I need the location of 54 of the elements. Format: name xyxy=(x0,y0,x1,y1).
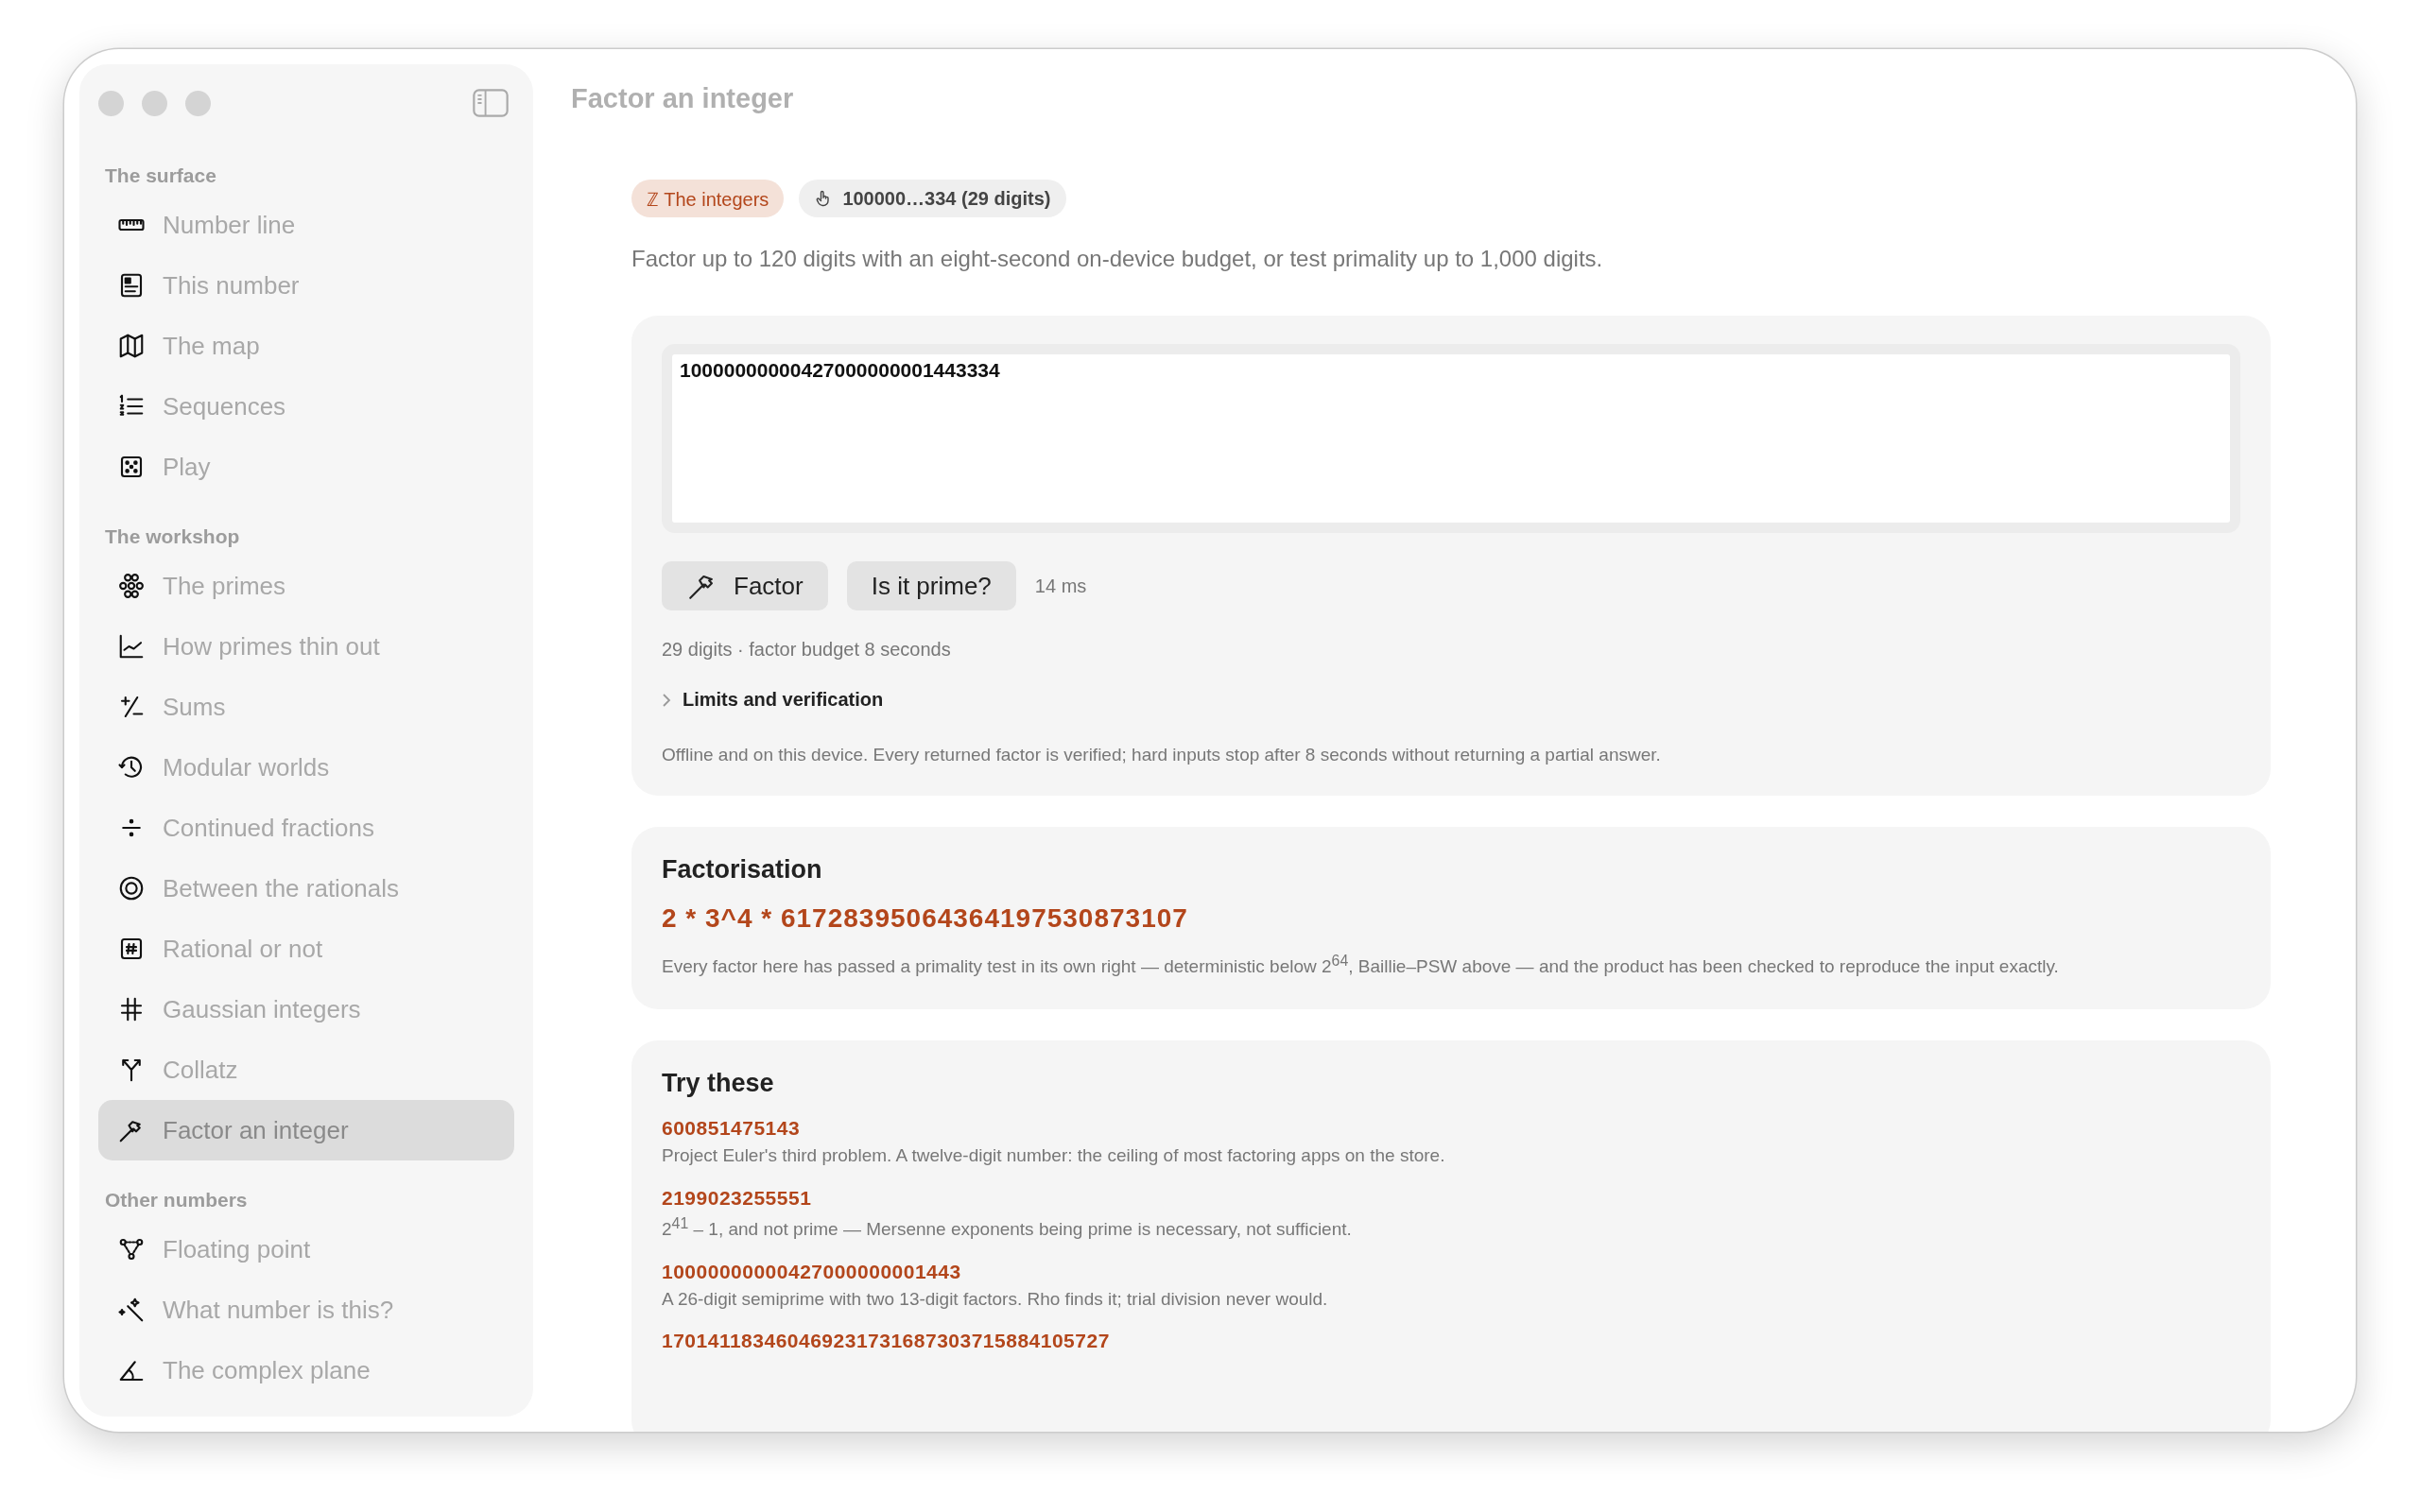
close-button[interactable] xyxy=(98,90,124,116)
example-number-link[interactable]: 600851475143 xyxy=(662,1116,801,1139)
sidebar-item[interactable]: The complex plane xyxy=(98,1340,514,1400)
factor-button[interactable]: Factor xyxy=(662,561,828,610)
sidebar-item[interactable]: Sequences xyxy=(98,376,514,437)
example-number-link[interactable]: 10000000000427000000001443 xyxy=(662,1260,961,1282)
sidebar-item[interactable]: Continued fractions xyxy=(98,798,514,858)
budget-text: 29 digits · factor budget 8 seconds xyxy=(662,639,952,661)
sidebar-item[interactable]: The map xyxy=(98,316,514,376)
section-heading: The surface xyxy=(105,164,217,187)
sidebar-item[interactable]: What number is this? xyxy=(98,1280,514,1340)
input-tag[interactable]: 100000…334 (29 digits) xyxy=(799,180,1066,217)
section-heading: The workshop xyxy=(105,525,241,548)
sidebar-item[interactable]: Sums xyxy=(98,677,514,737)
sidebar-item[interactable]: Factor an integer xyxy=(98,1100,514,1160)
example-description: A 26-digit semiprime with two 13-digit factors. Rho finds it; trial division never would. xyxy=(662,1287,1329,1311)
input-field[interactable]: 10000000000427000000001443334 xyxy=(662,344,2240,533)
line-chart-icon xyxy=(117,632,146,661)
description-text: Factor up to 120 digits with an eight-second on-device budget, or test primality up to 1,000 digits. xyxy=(631,246,1604,272)
prime-test-button[interactable]: Is it prime? xyxy=(846,561,1016,610)
explanation-text: Every factor here has passed a primality test in its own right — deterministic below 2$^{64}$, Baillie–PSW above — and the product has been checked to reproduce the input exactly. xyxy=(662,952,2060,979)
circles-icon xyxy=(117,572,146,600)
section-heading: Other numbers xyxy=(105,1189,249,1211)
section-title: Factorisation xyxy=(662,855,823,885)
chevron-icon xyxy=(662,692,671,708)
disclosure-toggle[interactable]: Limits and verification xyxy=(662,689,2240,711)
sidebar-item[interactable]: Collatz xyxy=(98,1040,514,1100)
timing-text: 14 ms xyxy=(1034,575,1087,597)
sidebar-item[interactable]: Gaussian integers xyxy=(98,979,514,1040)
window-title: Factor an integer xyxy=(571,83,795,114)
zoom-button[interactable] xyxy=(185,90,211,116)
minimize-button[interactable] xyxy=(142,90,167,116)
magic-wand-icon xyxy=(117,1296,146,1324)
sidebar-item[interactable]: Number line xyxy=(98,195,514,255)
sidebar-item[interactable]: This number xyxy=(98,255,514,316)
example-number-link[interactable]: 170141183460469231731687303715884105727 xyxy=(662,1330,1110,1352)
tag-label: 100000…334 (29 digits) xyxy=(842,187,1051,210)
sidebar-item[interactable]: How primes thin out xyxy=(98,616,514,677)
sidebar-item[interactable]: Floating point xyxy=(98,1219,514,1280)
sidebar-toggle-icon[interactable] xyxy=(473,89,509,117)
note-text: Offline and on this device. Every returned factor is verified; hard inputs stop after 8 seconds without returning a partial answer. xyxy=(662,745,1662,765)
sidebar-item[interactable]: Rational or not xyxy=(98,919,514,979)
topic-tag[interactable]: ℤ The integers xyxy=(631,180,785,217)
example-description: 2$^{41}$ – 1, and not prime — Mersenne exponents being prime is necessary, not sufficient. xyxy=(662,1213,1353,1241)
factorisation-result: 2 * 3^4 * 61728395064364197530873107 xyxy=(662,903,1189,934)
sidebar-item[interactable]: The primes xyxy=(98,556,514,616)
map-icon xyxy=(117,332,146,360)
example-number-link[interactable]: 2199023255551 xyxy=(662,1186,812,1209)
section-title: Try these xyxy=(662,1068,775,1098)
example-description: Project Euler's third problem. A twelve-digit number: the ceiling of most factoring apps on the store. xyxy=(662,1143,1446,1167)
sidebar-item[interactable]: Modular worlds xyxy=(98,737,514,798)
sidebar-item[interactable]: Play xyxy=(98,437,514,497)
target-icon xyxy=(117,874,146,902)
sidebar-item[interactable]: Between the rationals xyxy=(98,858,514,919)
